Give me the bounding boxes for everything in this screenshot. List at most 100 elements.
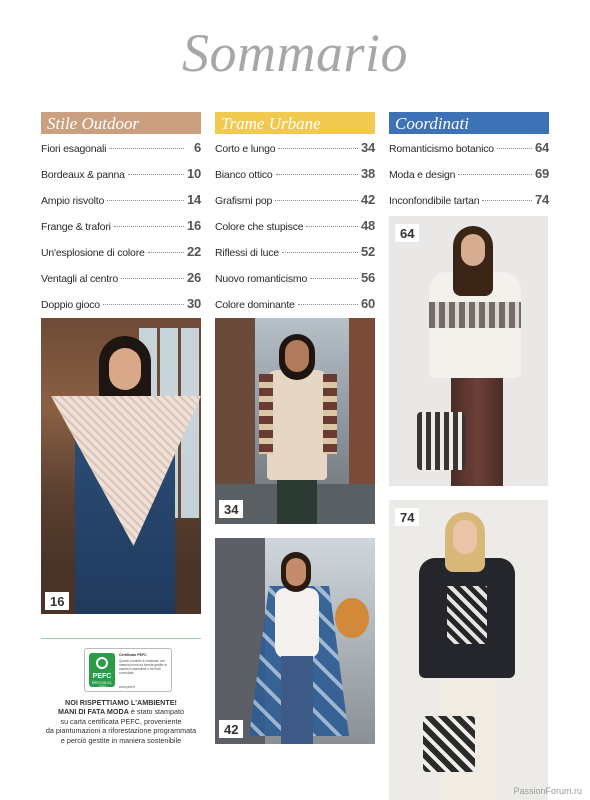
toc-item-page: 69 [534,166,549,181]
pefc-code: PEFC/18-31-1234 [91,681,113,689]
leader-dots [458,174,532,175]
pefc-label: PEFC PEFC/18-31-1234 Certificato PEFC Qu… [84,648,172,692]
toc-item-page: 10 [186,166,201,181]
toc-item[interactable]: Corto e lungo 34 [215,140,375,166]
leader-dots [113,226,184,227]
section-stile-outdoor: Stile Outdoor Fiori esagonali 6 Bordeaux … [41,112,201,322]
toc-item-label: Colore dominante [215,299,295,311]
leader-dots [120,278,184,279]
toc-item[interactable]: Fiori esagonali 6 [41,140,201,166]
floral-band [429,302,521,328]
toc-item[interactable]: Colore che stupisce 48 [215,218,375,244]
leader-dots [281,252,358,253]
toc-item-label: Riflessi di luce [215,247,279,259]
toc-item-label: Inconfondibile tartan [389,195,480,207]
toc-item[interactable]: Ventagli al centro 26 [41,270,201,296]
face [453,520,477,554]
eco-notice: NOI RISPETTIAMO L'AMBIENTE! MANI DI FATA… [41,698,201,745]
leader-dots [275,200,358,201]
knit-vest [267,370,327,480]
toc-item-label: Ventagli al centro [41,273,118,285]
toc-item[interactable]: Bordeaux & panna 10 [41,166,201,192]
toc-item[interactable]: Frange & trafori 16 [41,218,201,244]
watermark: PassionForum.ru [513,786,582,796]
toc-item-label: Doppio gioco [41,299,100,311]
toc-item[interactable]: Inconfondibile tartan 74 [389,192,549,218]
page-badge: 64 [395,224,420,242]
photo-tartan-sweater-model[interactable]: 74 [389,500,548,800]
toc-item-page: 64 [534,140,549,155]
toc-item[interactable]: Ampio risvolto 14 [41,192,201,218]
toc-item-label: Fiori esagonali [41,143,107,155]
toc-item-page: 60 [360,296,375,311]
magazine-name: MANI DI FATA MODA [57,707,129,717]
toc-item-page: 52 [360,244,375,259]
toc-item-label: Colore che stupisce [215,221,304,233]
toc-item-page: 74 [534,192,549,207]
toc-item-page: 14 [186,192,201,207]
toc-item[interactable]: Riflessi di luce 52 [215,244,375,270]
leader-dots [278,148,358,149]
white-top [275,588,319,658]
toc-item-page: 56 [360,270,375,285]
pefc-body: Questo prodotto è realizzato con materia… [119,659,168,675]
photo-shawl-model[interactable]: 16 [41,318,201,614]
photo-vest-model[interactable]: 34 [215,318,375,524]
photo-botanical-sweater-model[interactable]: 64 [389,216,548,486]
toc-item[interactable]: Nuovo romanticismo 56 [215,270,375,296]
toc-item-label: Bordeaux & panna [41,169,125,181]
toc-item-label: Frange & trafori [41,221,111,233]
pefc-logo: PEFC PEFC/18-31-1234 [89,653,115,689]
toc-item[interactable]: Grafismi pop 42 [215,192,375,218]
toc-item-page: 42 [360,192,375,207]
toc-item-page: 22 [186,244,201,259]
eco-line: MANI DI FATA MODA è stato stampato [41,707,201,716]
pattern-panel [447,586,487,644]
pattern-bag [423,716,475,772]
tree-icon [96,657,108,669]
toc-item-label: Ampio risvolto [41,195,105,207]
leader-dots [127,174,184,175]
toc-item[interactable]: Romanticismo botanico 64 [389,140,549,166]
toc-list: Romanticismo botanico 64 Moda e design 69 … [389,140,549,218]
section-trame-urbane: Trame Urbane Corto e lungo 34 Bianco otti… [215,112,375,322]
toc-item[interactable]: Moda e design 69 [389,166,549,192]
toc-item-page: 34 [360,140,375,155]
page-badge: 16 [45,592,70,610]
page-title: Sommario [181,23,408,83]
pefc-url: www.pefc.it [119,685,136,689]
leader-dots [147,252,184,253]
face [461,234,485,266]
page-badge: 34 [219,500,244,518]
page-badge: 42 [219,720,244,738]
toc-item-label: Nuovo romanticismo [215,273,308,285]
toc-item[interactable]: Un'esplosione di colore 22 [41,244,201,270]
face [286,558,306,586]
pefc-title: Certificato PEFC [119,653,147,657]
leader-dots [306,226,358,227]
eco-line: su carta certificata PEFC, proveniente [60,716,182,726]
toc-list: Corto e lungo 34 Bianco ottico 38 Grafismi… [215,140,375,322]
jeans [281,656,313,744]
eco-line: da piantumazioni a riforestazione progra… [45,726,197,736]
face [109,348,141,390]
leader-dots [109,148,184,149]
leader-dots [102,304,184,305]
toc-item-page: 6 [193,140,201,155]
autumn-tree [335,598,369,638]
leader-dots [107,200,184,201]
leader-dots [496,148,532,149]
toc-list: Fiori esagonali 6 Bordeaux & panna 10 Ampi… [41,140,201,322]
section-coordinati: Coordinati Romanticismo botanico 64 Moda … [389,112,549,218]
toc-item-page: 16 [186,218,201,233]
eco-line: e perciò gestite in maniera sostenibile [60,735,182,745]
knit-bag [417,412,465,470]
toc-item-page: 26 [186,270,201,285]
toc-item-label: Moda e design [389,169,456,181]
section-header: Trame Urbane [215,112,375,134]
toc-item-label: Bianco ottico [215,169,273,181]
photo-cape-model[interactable]: 42 [215,538,375,744]
eco-line-rest: è stato stampato [128,707,185,717]
toc-item-label: Romanticismo botanico [389,143,494,155]
toc-item[interactable]: Bianco ottico 38 [215,166,375,192]
